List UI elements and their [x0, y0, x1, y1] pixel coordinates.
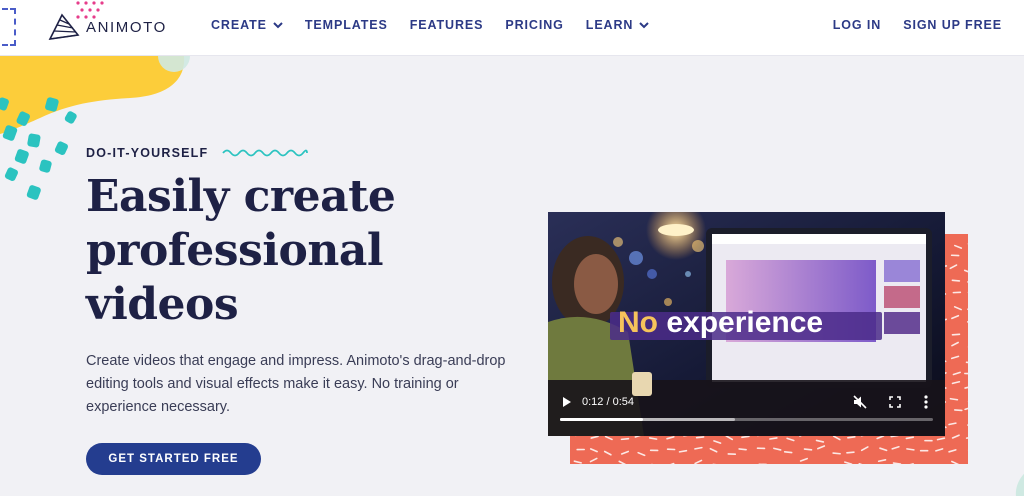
login-link[interactable]: LOG IN — [833, 18, 881, 32]
hero-description: Create videos that engage and impress. A… — [86, 353, 506, 415]
nav-pricing-label: PRICING — [505, 18, 564, 32]
logo-text: ANIMOTO — [86, 18, 167, 36]
play-button[interactable] — [558, 393, 576, 411]
more-options-button[interactable] — [918, 393, 934, 411]
decorative-dashed-box — [0, 8, 16, 46]
animoto-logo[interactable]: ANIMOTO — [48, 12, 167, 42]
top-nav: ANIMOTO CREATE TEMPLATES FEATURES PRICIN… — [0, 0, 1024, 56]
video-progress-fill — [560, 418, 643, 421]
video-player[interactable]: No experience 0:12 / 0:54 — [548, 212, 945, 436]
mute-button[interactable] — [850, 393, 870, 411]
video-time: 0:12 / 0:54 — [582, 396, 634, 408]
nav-learn[interactable]: LEARN — [586, 18, 650, 32]
nav-features-label: FEATURES — [409, 18, 484, 32]
nav-links: CREATE TEMPLATES FEATURES PRICING LEARN — [211, 18, 671, 32]
play-icon — [563, 397, 571, 407]
nav-features[interactable]: FEATURES — [410, 18, 484, 32]
signup-link[interactable]: SIGN UP FREE — [903, 18, 1002, 32]
nav-templates-label: TEMPLATES — [304, 18, 388, 32]
eyebrow-row: DO-IT-YOURSELF — [86, 146, 309, 160]
nav-create[interactable]: CREATE — [211, 18, 283, 32]
video-caption: No experience — [618, 306, 823, 340]
caption-highlight: No — [618, 306, 658, 339]
nav-pricing[interactable]: PRICING — [505, 18, 563, 32]
chevron-down-icon — [639, 21, 650, 28]
nav-templates[interactable]: TEMPLATES — [305, 18, 388, 32]
caption-rest: experience — [666, 306, 824, 339]
more-vertical-icon — [924, 395, 928, 409]
fullscreen-icon — [889, 396, 901, 408]
decorative-shape — [1015, 473, 1024, 496]
squiggle-decoration — [222, 149, 309, 157]
page-title: Easily create professional videos — [86, 171, 396, 330]
animoto-logo-icon — [48, 13, 80, 41]
fullscreen-button[interactable] — [885, 393, 905, 411]
mute-icon — [853, 395, 867, 409]
eyebrow-text: DO-IT-YOURSELF — [86, 146, 209, 160]
nav-learn-label: LEARN — [585, 18, 634, 32]
video-progress-bar[interactable] — [560, 418, 933, 421]
chevron-down-icon — [273, 21, 283, 28]
nav-create-label: CREATE — [211, 18, 267, 32]
nav-account: LOG IN SIGN UP FREE — [833, 18, 1002, 32]
get-started-button[interactable]: GET STARTED FREE — [86, 443, 261, 475]
